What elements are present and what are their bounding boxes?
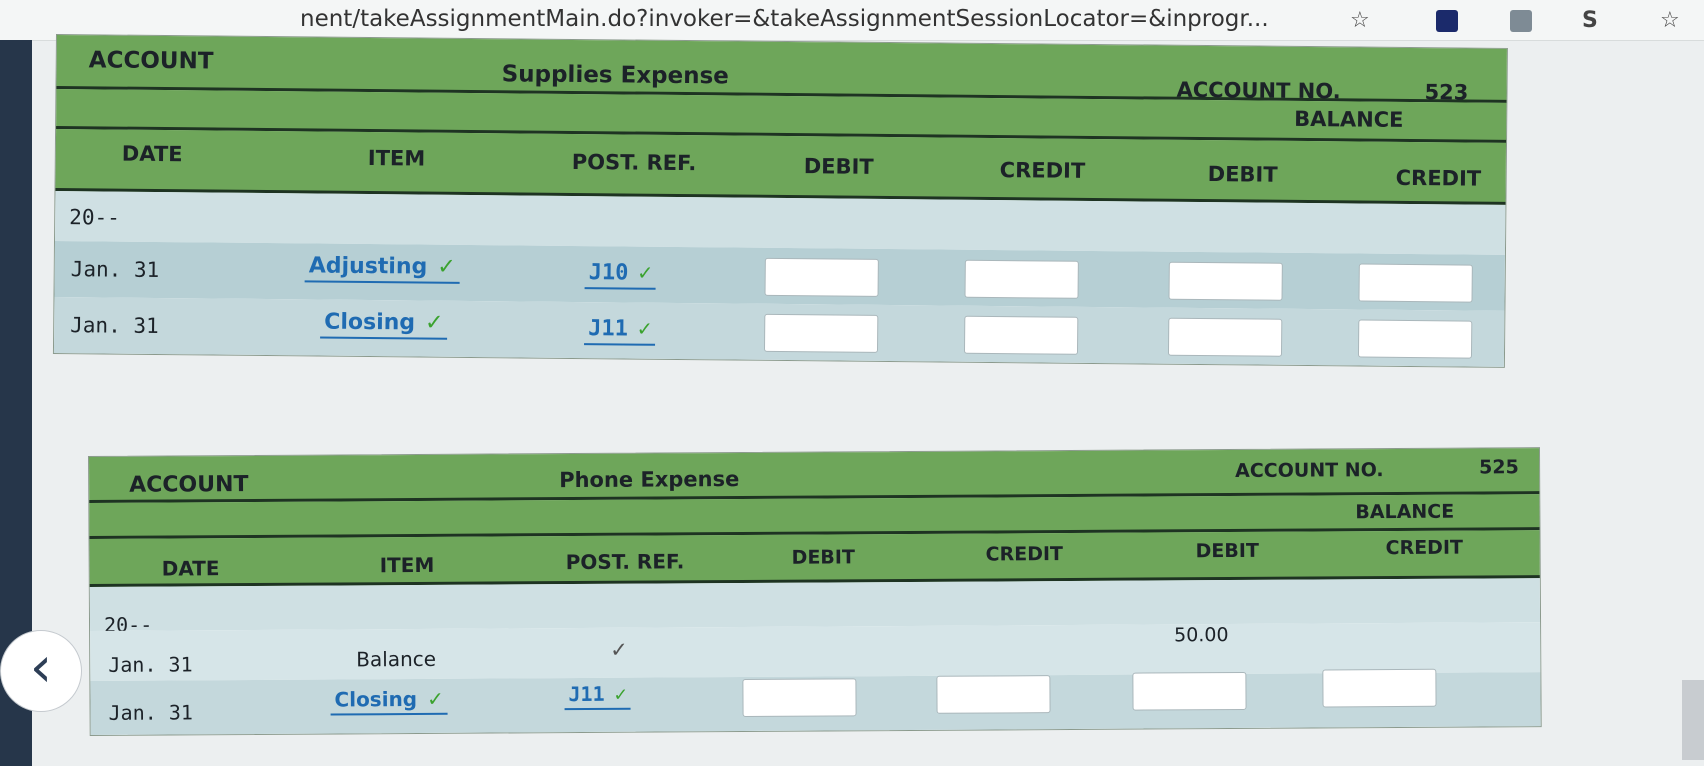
- balance-credit-input[interactable]: [1358, 263, 1473, 303]
- ledger-phone-expense: ACCOUNT Phone Expense ACCOUNT NO. 525 BA…: [88, 447, 1542, 736]
- account-no: 525: [1479, 456, 1519, 479]
- credit-input[interactable]: [963, 315, 1079, 355]
- check-icon: ✓: [424, 310, 444, 336]
- favorites-icon[interactable]: ☆: [1660, 8, 1680, 33]
- post-ref-check-icon: ✓: [610, 637, 628, 662]
- entry-post-ref-link[interactable]: J11 ✓: [564, 681, 631, 711]
- entry-date: Jan. 31: [108, 652, 193, 677]
- entry-item-link[interactable]: Adjusting ✓: [304, 253, 460, 284]
- check-icon: ✓: [638, 260, 652, 286]
- check-icon: ✓: [614, 681, 627, 706]
- balance-label: BALANCE: [1294, 106, 1404, 132]
- balance-credit-input[interactable]: [1322, 668, 1437, 708]
- col-balance-credit: CREDIT: [1385, 536, 1464, 560]
- table-row: Jan. 31 Closing ✓ J11 ✓: [90, 668, 1541, 735]
- account-no: 523: [1424, 80, 1469, 105]
- debit-input[interactable]: [764, 257, 879, 297]
- account-name: Phone Expense: [559, 467, 740, 493]
- column-header-row: DATE ITEM POST. REF. DEBIT CREDIT DEBIT …: [89, 530, 1540, 587]
- balance-debit-input[interactable]: [1132, 671, 1247, 711]
- col-date: DATE: [121, 141, 183, 167]
- extension-icon[interactable]: [1436, 10, 1458, 32]
- entry-post-ref-link[interactable]: J11 ✓: [584, 316, 656, 346]
- browser-address-bar[interactable]: nent/takeAssignmentMain.do?invoker=&take…: [0, 0, 1704, 41]
- col-balance-credit: CREDIT: [1395, 165, 1482, 191]
- check-icon: ✓: [637, 316, 652, 342]
- entry-date: Jan. 31: [70, 313, 159, 338]
- col-post-ref: POST. REF.: [571, 149, 697, 176]
- balance-debit-value: 50.00: [1174, 624, 1229, 647]
- col-debit: DEBIT: [803, 154, 874, 179]
- balance-label: BALANCE: [1355, 500, 1455, 524]
- col-item: ITEM: [367, 145, 426, 171]
- balance-credit-input[interactable]: [1357, 319, 1473, 359]
- year-label: 20--: [69, 205, 120, 230]
- extension-r-icon[interactable]: [1510, 10, 1532, 32]
- back-arrow-icon[interactable]: ‹: [0, 630, 82, 712]
- debit-input[interactable]: [763, 313, 879, 353]
- extension-s-icon[interactable]: S: [1582, 8, 1598, 33]
- col-debit: DEBIT: [791, 546, 855, 569]
- col-credit: CREDIT: [985, 543, 1064, 566]
- balance-debit-input[interactable]: [1167, 317, 1283, 357]
- col-date: DATE: [161, 556, 220, 581]
- col-balance-debit: DEBIT: [1195, 539, 1259, 563]
- account-no-label: ACCOUNT NO.: [1235, 459, 1384, 482]
- entry-date: Jan. 31: [108, 700, 193, 725]
- col-balance-debit: DEBIT: [1207, 162, 1278, 187]
- scrollbar[interactable]: [1682, 680, 1704, 760]
- url-text[interactable]: nent/takeAssignmentMain.do?invoker=&take…: [300, 6, 1269, 32]
- check-icon: ✓: [437, 254, 456, 280]
- col-item: ITEM: [379, 552, 435, 578]
- ledger-supplies-expense: ACCOUNT Supplies Expense ACCOUNT NO. 523…: [52, 34, 1508, 368]
- bookmark-star-icon[interactable]: ☆: [1350, 8, 1370, 33]
- account-label: ACCOUNT: [129, 472, 249, 498]
- check-icon: ✓: [427, 686, 444, 711]
- debit-input[interactable]: [742, 678, 857, 718]
- col-credit: CREDIT: [999, 158, 1086, 183]
- entry-post-ref-link[interactable]: J10 ✓: [584, 260, 656, 290]
- credit-input[interactable]: [964, 259, 1079, 299]
- account-label: ACCOUNT: [88, 47, 214, 75]
- col-post-ref: POST. REF.: [565, 549, 685, 575]
- entry-item-link[interactable]: Closing ✓: [320, 309, 448, 340]
- credit-input[interactable]: [936, 675, 1051, 714]
- entry-date: Jan. 31: [70, 257, 160, 283]
- account-name: Supplies Expense: [501, 61, 729, 90]
- entry-item: Balance: [356, 646, 437, 672]
- balance-debit-input[interactable]: [1168, 261, 1283, 301]
- entry-item-link[interactable]: Closing ✓: [330, 686, 448, 716]
